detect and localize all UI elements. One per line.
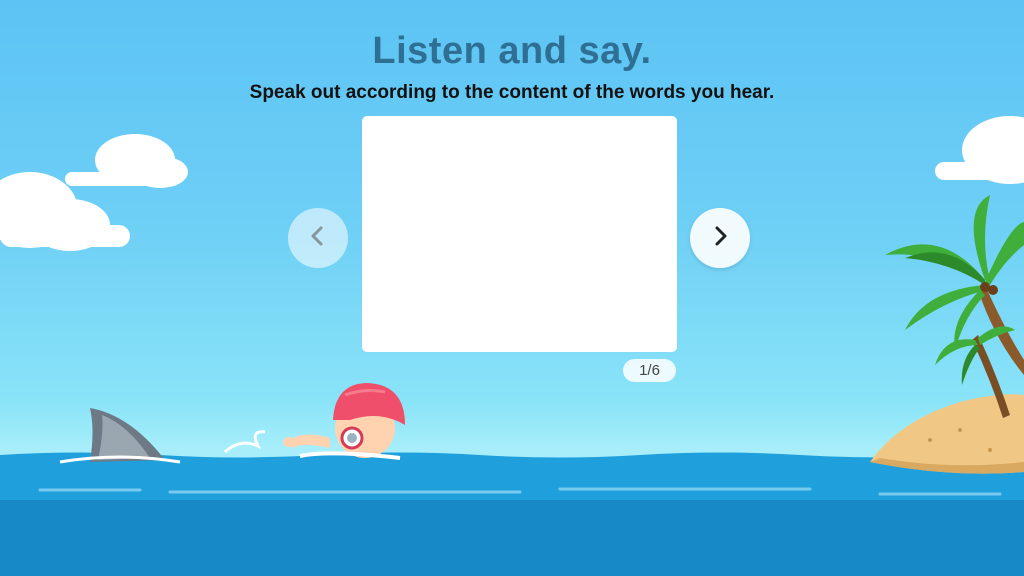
slide-stage: Listen and say. Speak out according to t… [0, 0, 1024, 576]
chevron-right-icon [708, 224, 732, 253]
cloud-left [0, 172, 130, 251]
palm-tree [885, 195, 1024, 418]
swimmer [223, 383, 405, 460]
page-counter: 1/6 [623, 359, 676, 382]
next-button[interactable] [690, 208, 750, 268]
previous-button[interactable] [288, 208, 348, 268]
shark-fin [59, 408, 181, 464]
page-title: Listen and say. [372, 30, 652, 72]
island [870, 394, 1024, 474]
sea [0, 452, 1024, 576]
chevron-left-icon [306, 224, 330, 253]
instruction-text: Speak out according to the content of th… [249, 82, 775, 103]
cloud-middle [65, 134, 188, 188]
cloud-right [935, 116, 1024, 184]
word-card[interactable] [362, 116, 677, 352]
